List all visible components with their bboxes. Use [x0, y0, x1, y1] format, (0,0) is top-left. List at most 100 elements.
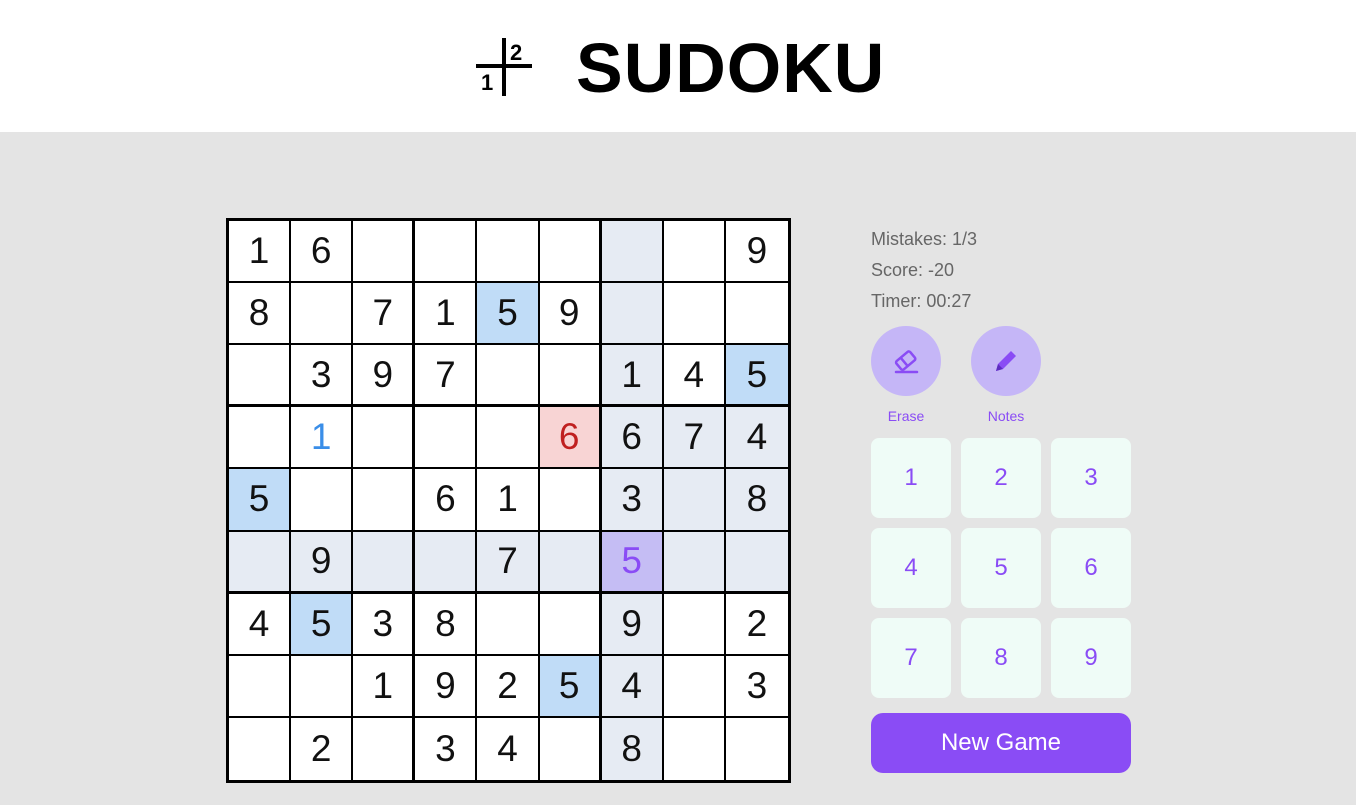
board-cell[interactable] — [415, 221, 478, 284]
board-cell[interactable] — [353, 469, 416, 532]
board-cell[interactable] — [229, 407, 292, 470]
board-cell[interactable]: 2 — [725, 593, 788, 656]
board-cell[interactable]: 1 — [229, 221, 292, 284]
board-cell[interactable] — [477, 345, 540, 408]
board-cell[interactable]: 7 — [477, 531, 540, 594]
board-cell[interactable] — [725, 531, 788, 594]
board-cell[interactable] — [353, 221, 416, 284]
board-cell[interactable] — [353, 407, 416, 470]
board-cell[interactable]: 1 — [415, 283, 478, 346]
board-cell[interactable]: 9 — [353, 345, 416, 408]
board-cell[interactable] — [539, 593, 602, 656]
board-cell[interactable]: 1 — [353, 655, 416, 718]
board-cell[interactable] — [663, 531, 726, 594]
board-cell[interactable] — [725, 283, 788, 346]
board-cell[interactable] — [229, 531, 292, 594]
timer-display: Timer: 00:27 — [871, 291, 972, 311]
board-cell[interactable] — [291, 655, 354, 718]
board-cell[interactable] — [291, 283, 354, 346]
board-cell[interactable]: 4 — [663, 345, 726, 408]
board-cell[interactable]: 6 — [415, 469, 478, 532]
numpad-4[interactable]: 4 — [871, 528, 951, 608]
board-cell[interactable] — [539, 345, 602, 408]
board-cell[interactable] — [291, 469, 354, 532]
board-cell[interactable] — [477, 407, 540, 470]
erase-label: Erase — [887, 408, 925, 424]
notes-button[interactable] — [971, 326, 1041, 396]
board-cell[interactable]: 2 — [477, 655, 540, 718]
board-cell[interactable] — [229, 717, 292, 780]
board-cell[interactable]: 8 — [725, 469, 788, 532]
board-cell[interactable]: 1 — [601, 345, 664, 408]
board-cell[interactable]: 7 — [353, 283, 416, 346]
board-cell[interactable] — [725, 717, 788, 780]
erase-button[interactable] — [871, 326, 941, 396]
board-cell[interactable]: 5 — [291, 593, 354, 656]
board-cell[interactable]: 1 — [291, 407, 354, 470]
board-cell[interactable] — [601, 283, 664, 346]
board-cell[interactable]: 6 — [539, 407, 602, 470]
board-cell[interactable]: 3 — [353, 593, 416, 656]
board-cell[interactable]: 5 — [539, 655, 602, 718]
board-cell[interactable] — [663, 593, 726, 656]
board-cell[interactable]: 8 — [415, 593, 478, 656]
board-cell[interactable]: 3 — [601, 469, 664, 532]
sudoku-board: 1698715939714516674561389754538921925432… — [226, 218, 791, 783]
board-cell[interactable]: 4 — [229, 593, 292, 656]
mistakes-counter: Mistakes: 1/3 — [871, 229, 978, 249]
board-cell[interactable] — [539, 531, 602, 594]
numpad-6[interactable]: 6 — [1051, 528, 1131, 608]
board-cell[interactable]: 8 — [229, 283, 292, 346]
board-cell[interactable]: 6 — [291, 221, 354, 284]
board-cell[interactable]: 7 — [415, 345, 478, 408]
board-cell[interactable]: 3 — [291, 345, 354, 408]
numpad-5[interactable]: 5 — [961, 528, 1041, 608]
board-cell[interactable] — [539, 221, 602, 284]
board-cell[interactable]: 9 — [601, 593, 664, 656]
board-cell[interactable] — [663, 469, 726, 532]
board-cell[interactable]: 9 — [539, 283, 602, 346]
board-cell[interactable]: 5 — [725, 345, 788, 408]
board-cell[interactable] — [477, 221, 540, 284]
board-cell[interactable]: 5 — [229, 469, 292, 532]
board-cell[interactable]: 4 — [477, 717, 540, 780]
board-cell[interactable] — [663, 283, 726, 346]
board-cell[interactable]: 8 — [601, 717, 664, 780]
board-cell[interactable]: 5 — [601, 531, 664, 594]
numpad-9[interactable]: 9 — [1051, 618, 1131, 698]
board-cell[interactable] — [415, 407, 478, 470]
board-cell[interactable]: 2 — [291, 717, 354, 780]
app-header: 2 1 SUDOKU — [0, 0, 1356, 132]
board-cell[interactable] — [229, 655, 292, 718]
board-cell[interactable] — [415, 531, 478, 594]
board-cell[interactable] — [601, 221, 664, 284]
board-cell[interactable]: 4 — [725, 407, 788, 470]
board-cell[interactable]: 4 — [601, 655, 664, 718]
numpad-2[interactable]: 2 — [961, 438, 1041, 518]
page-title: SUDOKU — [576, 29, 886, 107]
board-cell[interactable]: 9 — [291, 531, 354, 594]
board-cell[interactable] — [477, 593, 540, 656]
board-cell[interactable]: 9 — [725, 221, 788, 284]
board-cell[interactable] — [663, 655, 726, 718]
new-game-button[interactable]: New Game — [871, 713, 1131, 773]
numpad-1[interactable]: 1 — [871, 438, 951, 518]
board-cell[interactable] — [229, 345, 292, 408]
board-cell[interactable] — [539, 717, 602, 780]
eraser-icon — [894, 350, 919, 374]
board-cell[interactable]: 3 — [725, 655, 788, 718]
board-cell[interactable] — [663, 717, 726, 780]
numpad-3[interactable]: 3 — [1051, 438, 1131, 518]
board-cell[interactable] — [663, 221, 726, 284]
board-cell[interactable]: 9 — [415, 655, 478, 718]
board-cell[interactable] — [353, 531, 416, 594]
board-cell[interactable]: 1 — [477, 469, 540, 532]
board-cell[interactable] — [539, 469, 602, 532]
board-cell[interactable]: 7 — [663, 407, 726, 470]
board-cell[interactable]: 3 — [415, 717, 478, 780]
numpad-8[interactable]: 8 — [961, 618, 1041, 698]
board-cell[interactable]: 5 — [477, 283, 540, 346]
board-cell[interactable] — [353, 717, 416, 780]
board-cell[interactable]: 6 — [601, 407, 664, 470]
numpad-7[interactable]: 7 — [871, 618, 951, 698]
